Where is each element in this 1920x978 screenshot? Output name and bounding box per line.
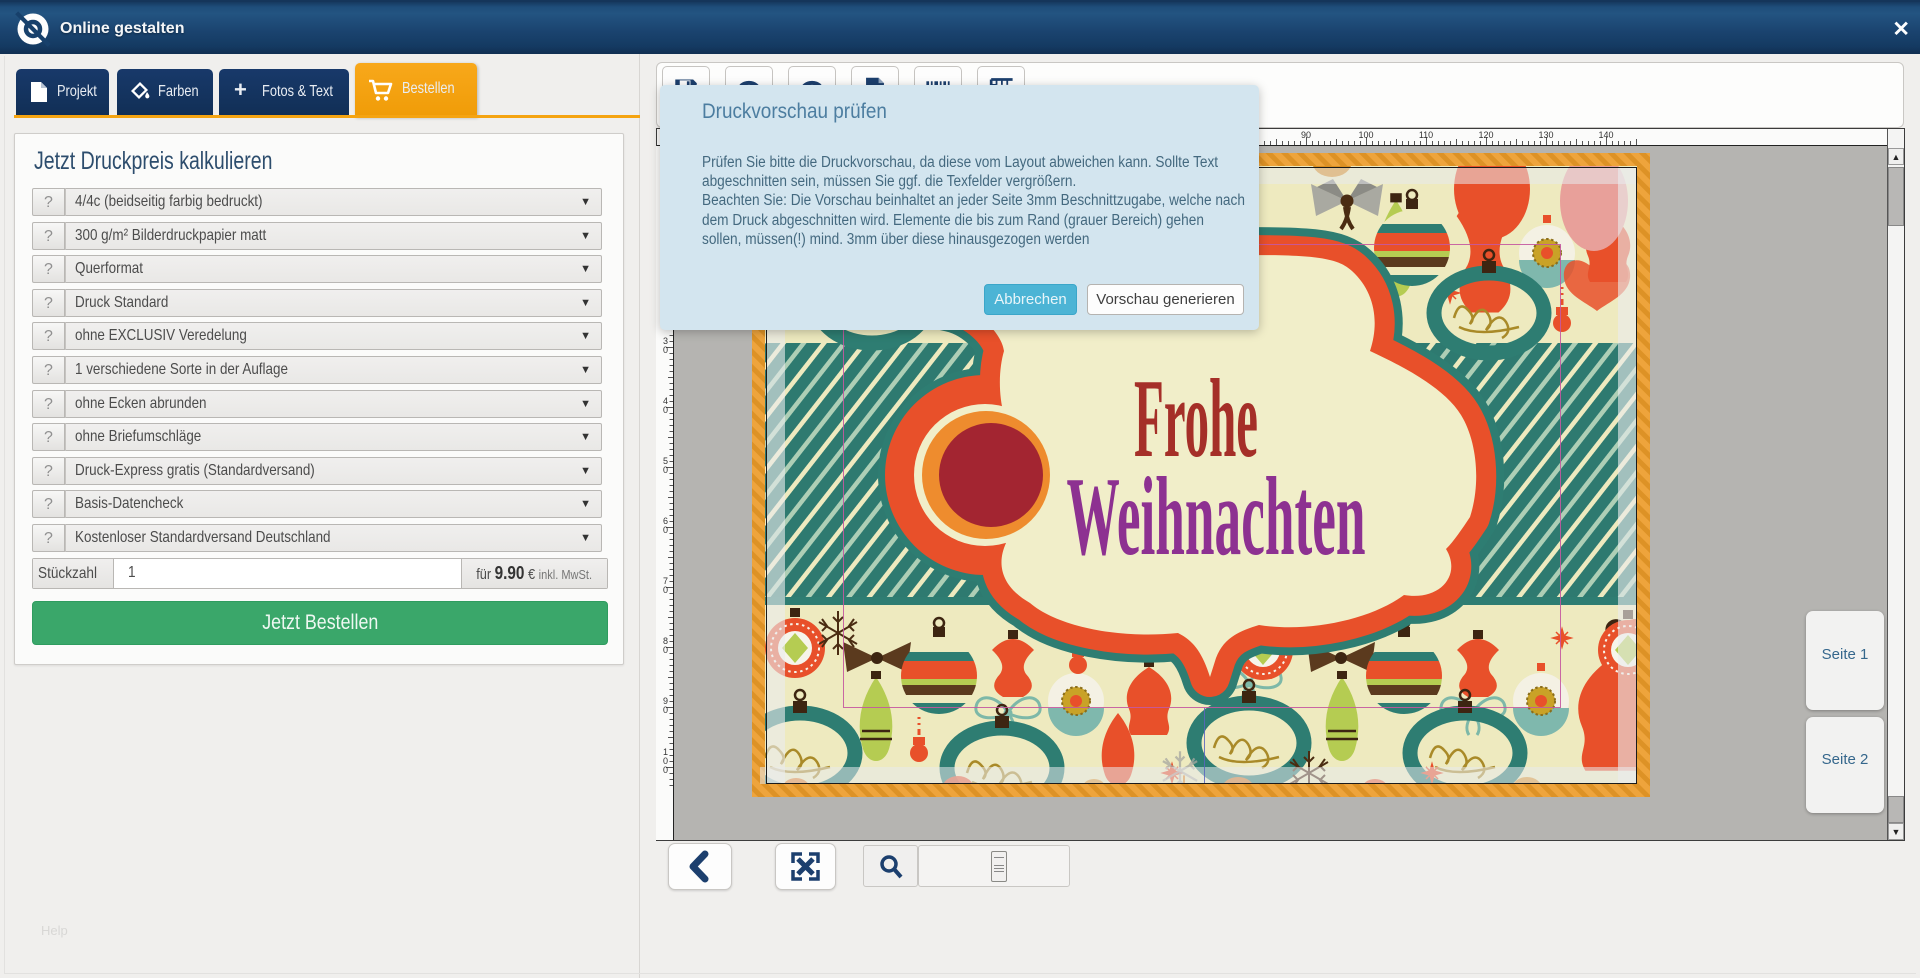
svg-text:0: 0 <box>663 705 668 715</box>
svg-text:120: 120 <box>1478 130 1493 140</box>
svg-text:0: 0 <box>663 525 668 535</box>
svg-text:0: 0 <box>663 765 668 775</box>
svg-text:0: 0 <box>663 585 668 595</box>
svg-text:110: 110 <box>1419 130 1433 140</box>
svg-text:0: 0 <box>663 465 668 475</box>
svg-text:0: 0 <box>663 405 668 415</box>
svg-text:Weihnachten: Weihnachten <box>1067 455 1366 579</box>
svg-text:130: 130 <box>1538 130 1553 140</box>
svg-text:90: 90 <box>1301 130 1311 140</box>
svg-text:0: 0 <box>663 345 668 355</box>
svg-text:140: 140 <box>1598 130 1613 140</box>
svg-text:0: 0 <box>663 645 668 655</box>
svg-text:100: 100 <box>1358 130 1373 140</box>
